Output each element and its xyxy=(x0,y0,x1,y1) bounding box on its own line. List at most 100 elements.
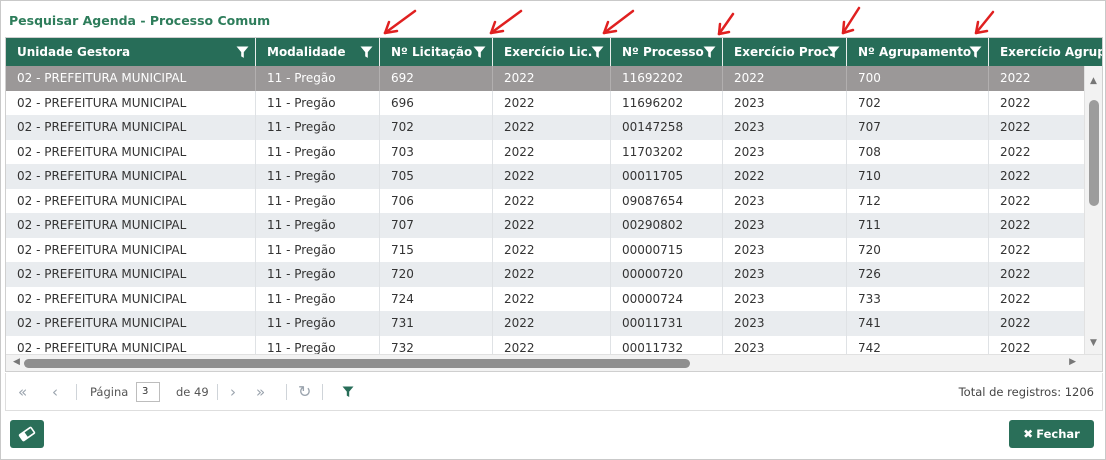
table-cell: 2022 xyxy=(493,311,611,336)
table-cell: 707 xyxy=(380,213,493,238)
table-row[interactable]: 02 - PREFEITURA MUNICIPAL 11 - Pregão 706 2… xyxy=(6,188,1086,213)
table-cell: 02 - PREFEITURA MUNICIPAL xyxy=(6,139,256,164)
column-header[interactable]: Nº Licitação xyxy=(380,38,493,66)
table-cell: 2022 xyxy=(493,164,611,189)
table-cell: 702 xyxy=(847,90,989,115)
table-cell: 02 - PREFEITURA MUNICIPAL xyxy=(6,262,256,287)
table-cell: 731 xyxy=(380,311,493,336)
table-cell: 00011731 xyxy=(611,311,723,336)
table-cell: 2023 xyxy=(723,286,847,311)
table-cell: 02 - PREFEITURA MUNICIPAL xyxy=(6,66,256,91)
divider xyxy=(322,384,323,400)
close-x-icon: ✖ xyxy=(1023,427,1034,441)
column-header[interactable]: Exercício Lic. xyxy=(493,38,611,66)
column-filter-icon[interactable] xyxy=(360,46,373,59)
close-button-label: Fechar xyxy=(1036,427,1080,441)
column-filter-icon[interactable] xyxy=(827,46,840,59)
grid-header: Unidade Gestora Modalidade Nº Licitação Exe… xyxy=(6,38,1102,66)
page-label: Página xyxy=(90,385,129,399)
close-button[interactable]: ✖ Fechar xyxy=(1009,420,1094,448)
table-cell: 2023 xyxy=(723,90,847,115)
eraser-icon xyxy=(18,426,36,442)
table-cell: 11 - Pregão xyxy=(256,115,380,140)
table-cell: 2022 xyxy=(723,164,847,189)
scroll-up-icon[interactable]: ▲ xyxy=(1090,76,1097,86)
table-cell: 2022 xyxy=(493,188,611,213)
table-cell: 2023 xyxy=(723,115,847,140)
table-cell: 2022 xyxy=(493,237,611,262)
next-page-icon[interactable]: › xyxy=(230,383,236,401)
table-row[interactable]: 02 - PREFEITURA MUNICIPAL 11 - Pregão 715 2… xyxy=(6,237,1086,262)
scroll-down-icon[interactable]: ▼ xyxy=(1090,338,1097,348)
column-filter-icon[interactable] xyxy=(969,46,982,59)
filter-icon[interactable] xyxy=(342,386,354,398)
table-cell: 00011705 xyxy=(611,164,723,189)
horizontal-scrollbar[interactable]: ◀ ▶ xyxy=(6,354,1102,371)
dialog-title: Pesquisar Agenda - Processo Comum xyxy=(9,13,271,28)
clear-button[interactable] xyxy=(10,420,44,448)
red-arrow-icon xyxy=(383,9,417,35)
table-row[interactable]: 02 - PREFEITURA MUNICIPAL 11 - Pregão 696 2… xyxy=(6,90,1086,115)
column-filter-icon[interactable] xyxy=(703,46,716,59)
table-row[interactable]: 02 - PREFEITURA MUNICIPAL 11 - Pregão 724 2… xyxy=(6,286,1086,311)
column-header[interactable]: Exercício Proc. xyxy=(723,38,847,66)
table-row[interactable]: 02 - PREFEITURA MUNICIPAL 11 - Pregão 731 2… xyxy=(6,311,1086,336)
table-cell: 2022 xyxy=(493,115,611,140)
first-page-icon[interactable]: « xyxy=(18,383,27,401)
table-row[interactable]: 02 - PREFEITURA MUNICIPAL 11 - Pregão 692 2… xyxy=(6,66,1086,91)
page-number-input[interactable]: 3 xyxy=(136,382,160,402)
vertical-scroll-thumb[interactable] xyxy=(1089,100,1099,206)
table-cell: 720 xyxy=(380,262,493,287)
table-cell: 02 - PREFEITURA MUNICIPAL xyxy=(6,115,256,140)
column-filter-icon[interactable] xyxy=(236,46,249,59)
table-cell: 2023 xyxy=(723,237,847,262)
table-cell: 726 xyxy=(847,262,989,287)
table-row[interactable]: 02 - PREFEITURA MUNICIPAL 11 - Pregão 705 2… xyxy=(6,164,1086,189)
table-cell: 706 xyxy=(380,188,493,213)
column-header-label: Unidade Gestora xyxy=(17,45,131,59)
table-cell: 11 - Pregão xyxy=(256,262,380,287)
prev-page-icon[interactable]: ‹ xyxy=(52,383,58,401)
table-row[interactable]: 02 - PREFEITURA MUNICIPAL 11 - Pregão 720 2… xyxy=(6,262,1086,287)
table-cell: 11 - Pregão xyxy=(256,311,380,336)
column-header-label: Modalidade xyxy=(267,45,346,59)
column-header[interactable]: Nº Processo xyxy=(611,38,723,66)
table-row[interactable]: 02 - PREFEITURA MUNICIPAL 11 - Pregão 702 2… xyxy=(6,115,1086,140)
table-cell: 712 xyxy=(847,188,989,213)
column-header-label: Nº Agrupamento xyxy=(858,45,972,59)
divider xyxy=(286,384,287,400)
red-arrow-icon xyxy=(974,10,995,35)
table-cell: 11 - Pregão xyxy=(256,188,380,213)
table-cell: 00290802 xyxy=(611,213,723,238)
red-arrow-icon xyxy=(489,9,523,35)
refresh-icon[interactable]: ↻ xyxy=(298,383,311,401)
horizontal-scroll-thumb[interactable] xyxy=(24,359,690,368)
table-cell: 11692202 xyxy=(611,66,723,91)
table-row[interactable]: 02 - PREFEITURA MUNICIPAL 11 - Pregão 707 2… xyxy=(6,213,1086,238)
column-header[interactable]: Modalidade xyxy=(256,38,380,66)
column-header[interactable]: Nº Agrupamento xyxy=(847,38,989,66)
page-count-label: de 49 xyxy=(176,385,209,399)
scroll-right-icon[interactable]: ▶ xyxy=(1069,357,1076,367)
divider xyxy=(76,384,77,400)
column-filter-icon[interactable] xyxy=(473,46,486,59)
results-grid: Unidade Gestora Modalidade Nº Licitação Exe… xyxy=(5,37,1103,372)
table-cell: 11 - Pregão xyxy=(256,237,380,262)
scroll-left-icon[interactable]: ◀ xyxy=(13,357,20,367)
column-header[interactable]: Exercício Agrup. xyxy=(989,38,1102,66)
table-cell: 2022 xyxy=(493,90,611,115)
vertical-scrollbar[interactable]: ▲ ▼ xyxy=(1084,66,1102,356)
table-row[interactable]: 02 - PREFEITURA MUNICIPAL 11 - Pregão 703 2… xyxy=(6,139,1086,164)
table-cell: 2023 xyxy=(723,213,847,238)
table-cell: 703 xyxy=(380,139,493,164)
column-header-label: Exercício Proc. xyxy=(734,45,834,59)
grid-body: 02 - PREFEITURA MUNICIPAL 11 - Pregão 692 2… xyxy=(6,66,1086,360)
table-cell: 700 xyxy=(847,66,989,91)
table-cell: 02 - PREFEITURA MUNICIPAL xyxy=(6,164,256,189)
column-header-label: Nº Licitação xyxy=(391,45,473,59)
divider xyxy=(217,384,218,400)
column-filter-icon[interactable] xyxy=(591,46,604,59)
last-page-icon[interactable]: » xyxy=(256,383,265,401)
column-header[interactable]: Unidade Gestora xyxy=(6,38,256,66)
table-cell: 11 - Pregão xyxy=(256,164,380,189)
